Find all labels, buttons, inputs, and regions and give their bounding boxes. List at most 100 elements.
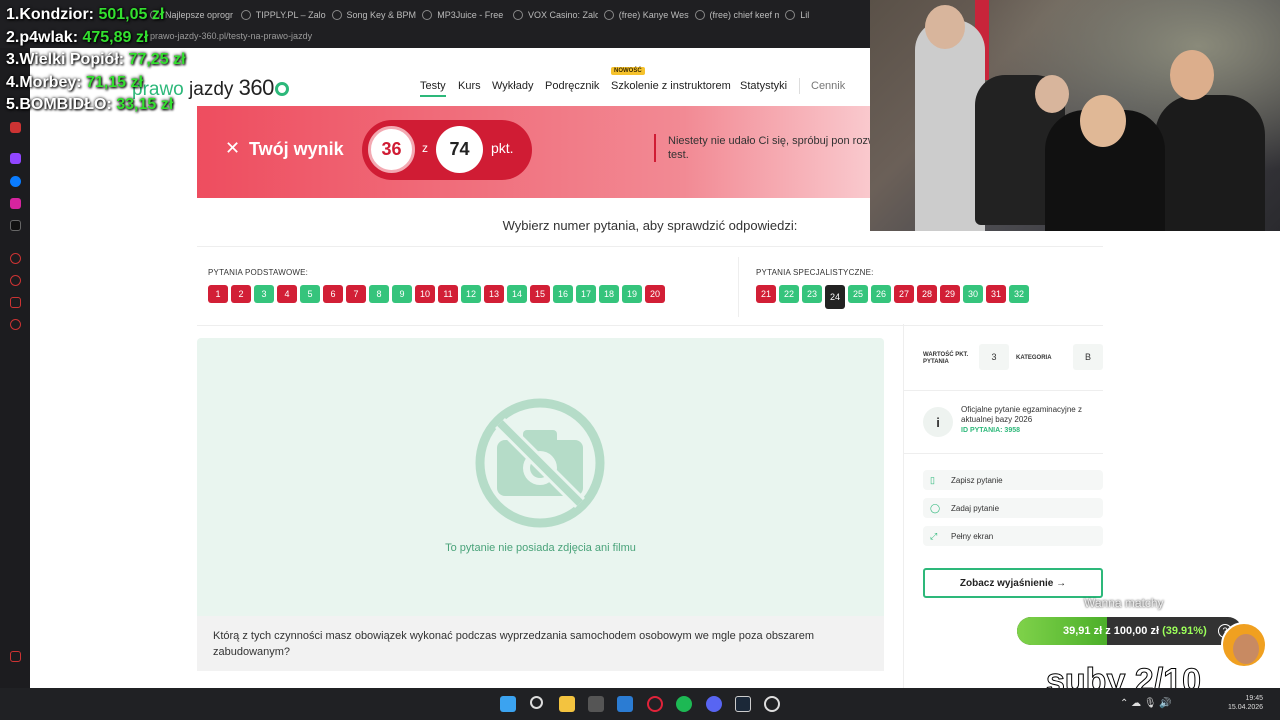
leaderboard-entry: 5.BOMBIDŁO: 33,15 zł [6,96,173,114]
question-button-19[interactable]: 19 [622,285,642,303]
steam-icon[interactable] [735,696,751,712]
save-question-label: Zapisz pytanie [951,475,1003,485]
tiktok-icon[interactable] [10,220,21,231]
file-explorer-icon[interactable] [559,696,575,712]
twitch-icon[interactable] [10,153,21,164]
question-button-27[interactable]: 27 [894,285,914,303]
question-button-28[interactable]: 28 [917,285,937,303]
nav-testy[interactable]: Testy [420,80,446,97]
see-explanation-button[interactable]: Zobacz wyjaśnienie → [923,568,1103,598]
browser-tab[interactable]: (free) Kanye West [603,10,689,20]
save-question-button[interactable]: ▯ Zapisz pytanie [923,470,1103,490]
question-button-6[interactable]: 6 [323,285,343,303]
donation-goal-bar: 39,91 zł z 100,00 zł (39.91%) ? [1017,617,1242,645]
nav-wyklady[interactable]: Wykłady [492,80,533,92]
browser-tab[interactable]: Lil [785,10,870,20]
question-button-15[interactable]: 15 [530,285,550,303]
browser-tab[interactable]: VOX Casino: Zalo [513,10,598,20]
question-button-17[interactable]: 17 [576,285,596,303]
nav-szkolenie[interactable]: Szkolenie z instruktorem [611,80,731,92]
info-text: Oficjalne pytanie egzaminacyjne z aktual… [961,405,1082,424]
question-button-14[interactable]: 14 [507,285,527,303]
question-button-12[interactable]: 12 [461,285,481,303]
question-button-4[interactable]: 4 [277,285,297,303]
question-button-11[interactable]: 11 [438,285,458,303]
goal-title: Wanna matchy [1084,596,1164,610]
question-button-7[interactable]: 7 [346,285,366,303]
tab-title: (free) Kanye West [618,10,689,20]
nav-cennik[interactable]: Cennik [811,80,845,92]
tab-title: MP3Juice - Free [437,10,504,20]
question-id: ID PYTANIA: 3958 [961,427,1020,434]
question-button-31[interactable]: 31 [986,285,1006,303]
tab-title: Najlepsze oprogr [165,10,234,20]
screen: Najlepsze oprogr TIPPLY.PL – Zalog Song … [0,0,1280,720]
tab-title: Song Key & BPM [346,10,417,20]
browser-tab[interactable]: Song Key & BPM [331,10,417,20]
settings-icon[interactable] [10,319,21,330]
question-button-10[interactable]: 10 [415,285,435,303]
question-button-32[interactable]: 32 [1009,285,1029,303]
leaderboard-name: BOMBIDŁO: [19,96,112,113]
score-of: z [422,141,428,155]
search-icon[interactable] [530,696,543,709]
fullscreen-button[interactable]: ⤢ Pełny ekran [923,526,1103,546]
question-button-26[interactable]: 26 [871,285,891,303]
ask-question-button[interactable]: ◯ Zadaj pytanie [923,498,1103,518]
windows-start-icon[interactable] [500,696,516,712]
nav-kurs[interactable]: Kurs [458,80,481,92]
question-button-1[interactable]: 1 [208,285,228,303]
question-button-29[interactable]: 29 [940,285,960,303]
browser-tab[interactable]: (free) chief keef m [694,10,779,20]
spotify-icon[interactable] [676,696,692,712]
question-button-13[interactable]: 13 [484,285,504,303]
browser-tab[interactable]: MP3Juice - Free [422,10,507,20]
leaderboard-entry: 2.p4wlak: 475,89 zł [6,29,148,47]
question-button-21[interactable]: 21 [756,285,776,303]
special-questions-title: PYTANIA SPECJALISTYCZNE: [756,268,874,277]
clock-icon[interactable] [10,275,21,286]
system-tray[interactable]: ⌃ ☁ 🎙 🔊 [1120,698,1172,709]
nav-statystyki[interactable]: Statystyki [740,80,787,92]
question-button-22[interactable]: 22 [779,285,799,303]
webcam-person [1155,95,1265,231]
basic-questions-grid: 1 2 3 4 5 6 7 8 9 10 11 12 13 14 15 16 17 18 19 20 [208,285,665,303]
leaderboard-name: p4wlak: [19,28,79,46]
points-value: 3 [979,344,1009,370]
leaderboard-amount: 475,89 zł [82,28,149,46]
tab-favicon-icon [785,10,796,20]
question-button-18[interactable]: 18 [599,285,619,303]
discord-icon[interactable] [706,696,722,712]
question-button-9[interactable]: 9 [392,285,412,303]
question-button-3[interactable]: 3 [254,285,274,303]
goal-text: 39,91 zł z 100,00 zł (39.91%) [1063,625,1207,637]
extensions-icon[interactable] [10,297,21,308]
browser-tab[interactable]: TIPPLY.PL – Zalog [240,10,326,20]
question-button-20[interactable]: 20 [645,285,665,303]
question-button-30[interactable]: 30 [963,285,983,303]
messenger-icon[interactable] [10,176,21,187]
tab-favicon-icon [422,10,433,20]
question-button-23[interactable]: 23 [802,285,822,303]
score-pill: 36 z 74 pkt. [362,120,532,180]
opera-icon[interactable] [647,696,663,712]
question-button-25[interactable]: 25 [848,285,868,303]
question-button-16[interactable]: 16 [553,285,573,303]
leaderboard-name: Morbey: [19,73,82,91]
question-button-2[interactable]: 2 [231,285,251,303]
webcam-head [1170,50,1214,100]
store-icon[interactable] [588,696,604,712]
question-button-5[interactable]: 5 [300,285,320,303]
more-icon[interactable] [10,651,21,662]
mail-icon[interactable] [617,696,633,712]
history-icon[interactable] [10,253,21,264]
info-icon: i [923,407,953,437]
instagram-icon[interactable] [10,198,21,209]
question-button-24[interactable]: 24 [825,285,845,309]
messenger-red-icon[interactable] [10,122,21,133]
taskbar-clock[interactable]: 19:45 15.04.2026 [1228,694,1263,712]
nav-podrecznik[interactable]: Podręcznik [545,80,599,92]
question-button-8[interactable]: 8 [369,285,389,303]
obs-icon[interactable] [764,696,780,712]
leaderboard-amount: 71,15 zł [86,73,143,91]
